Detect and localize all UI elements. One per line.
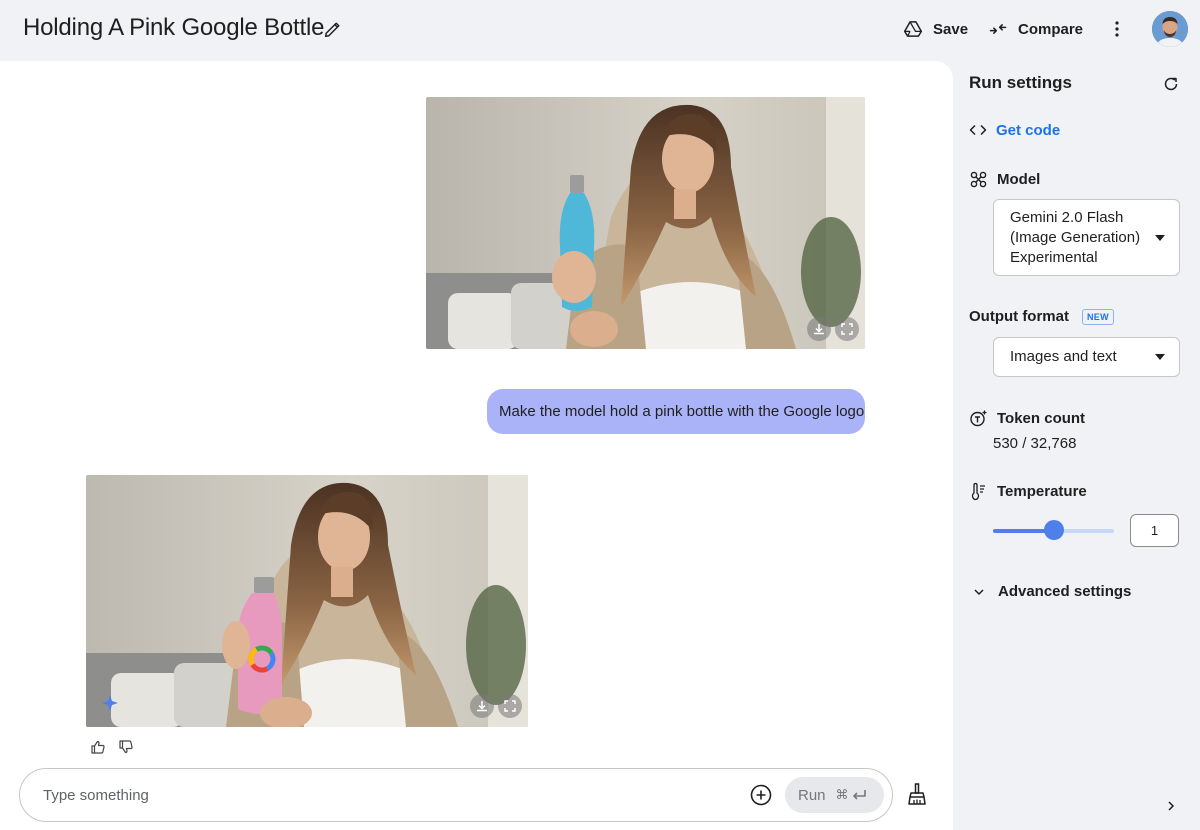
fullscreen-icon <box>504 700 516 712</box>
page-title: Holding A Pink Google Bottle <box>23 14 325 41</box>
token-icon <box>970 410 987 427</box>
chevron-down-icon <box>1155 235 1165 241</box>
token-count-label: Token count <box>997 410 1086 427</box>
code-icon <box>969 124 987 136</box>
command-key: ⌘ <box>835 787 849 802</box>
output-format-section-label: Output format NEW <box>969 308 1114 325</box>
prompt-input[interactable] <box>43 783 723 807</box>
model-icon <box>970 171 987 188</box>
temperature-input[interactable] <box>1130 514 1179 547</box>
save-label: Save <box>933 20 969 38</box>
temperature-section-label: Temperature <box>969 482 1087 501</box>
temperature-label: Temperature <box>997 483 1087 500</box>
avatar[interactable] <box>1152 11 1188 47</box>
download-button[interactable] <box>807 317 831 341</box>
prompt-image[interactable] <box>426 97 865 349</box>
temperature-slider-thumb[interactable] <box>1044 520 1064 540</box>
advanced-settings-label: Advanced settings <box>998 583 1132 600</box>
chevron-down-icon <box>974 588 984 595</box>
output-format-label: Output format <box>969 308 1069 325</box>
token-count-section-label: Token count <box>969 409 1085 428</box>
more-vert-icon[interactable] <box>1107 18 1127 40</box>
temperature-slider[interactable] <box>993 520 1114 540</box>
pencil-icon[interactable] <box>322 18 344 40</box>
refresh-icon[interactable] <box>1162 75 1180 93</box>
get-code-button[interactable]: Get code <box>969 121 1060 139</box>
fullscreen-icon <box>841 323 853 335</box>
photo-woman-pink-bottle <box>86 475 528 727</box>
drive-icon <box>903 21 923 37</box>
compare-icon <box>989 24 1007 34</box>
user-avatar-icon <box>1152 11 1188 47</box>
download-button[interactable] <box>470 694 494 718</box>
model-value-line-1: Gemini 2.0 Flash <box>1010 209 1124 226</box>
chat-panel: Make the model hold a pink bottle with t… <box>0 61 953 830</box>
compare-button[interactable]: Compare <box>988 19 1083 39</box>
user-message-bubble: Make the model hold a pink bottle with t… <box>487 389 865 434</box>
model-select[interactable]: Gemini 2.0 Flash (Image Generation) Expe… <box>993 199 1180 276</box>
run-settings-title: Run settings <box>969 73 1072 92</box>
thermometer-icon <box>971 482 985 501</box>
run-shortcut: ⌘ <box>836 787 867 803</box>
prompt-input-bar: Run ⌘ <box>19 768 893 822</box>
output-format-value: Images and text <box>1010 348 1117 365</box>
run-button[interactable]: Run ⌘ <box>785 777 884 813</box>
download-icon <box>477 701 487 712</box>
download-icon <box>814 324 824 335</box>
run-settings-panel: Run settings Get code Model Gemini 2.0 F… <box>953 61 1200 830</box>
fullscreen-button[interactable] <box>498 694 522 718</box>
chevron-down-icon <box>1155 354 1165 360</box>
response-image[interactable] <box>86 475 528 727</box>
token-count-value: 530 / 32,768 <box>993 435 1077 452</box>
model-value-line-2: (Image Generation) <box>1010 229 1141 246</box>
thumbs-up-icon[interactable] <box>90 739 106 755</box>
compare-label: Compare <box>1018 20 1084 38</box>
new-badge: NEW <box>1081 308 1114 325</box>
run-label: Run <box>798 786 826 804</box>
output-format-select[interactable]: Images and text <box>993 337 1180 377</box>
fullscreen-button[interactable] <box>835 317 859 341</box>
model-label: Model <box>997 171 1041 188</box>
model-value-line-3: Experimental <box>1010 249 1098 266</box>
user-message-text: Make the model hold a pink bottle with t… <box>499 403 865 420</box>
photo-woman-blue-bottle <box>426 97 865 349</box>
advanced-settings-toggle[interactable]: Advanced settings <box>973 583 1131 600</box>
model-section-label: Model <box>969 170 1040 189</box>
save-button[interactable]: Save <box>903 19 968 39</box>
clear-chat-broom-icon[interactable] <box>905 782 929 806</box>
thumbs-down-icon[interactable] <box>118 739 134 755</box>
enter-key-icon <box>852 790 866 800</box>
get-code-label: Get code <box>996 121 1061 139</box>
chevron-right-icon[interactable] <box>1164 799 1178 813</box>
add-circle-icon[interactable] <box>749 783 773 807</box>
